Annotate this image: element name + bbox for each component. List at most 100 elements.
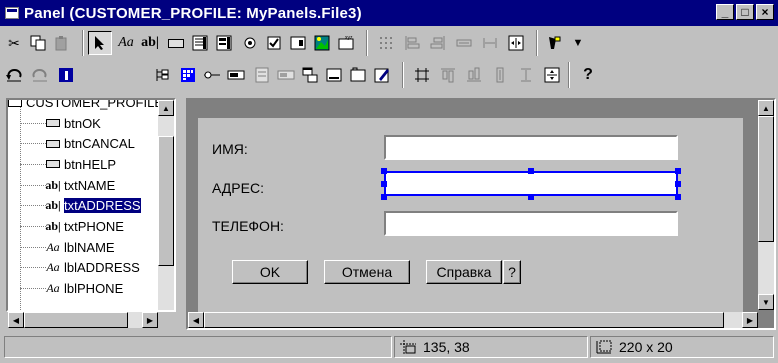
tree-item-txtname[interactable]: ab| txtNAME	[8, 175, 158, 195]
text-label-tool-icon[interactable]: Aa	[114, 31, 138, 55]
entry-field-tool-icon[interactable]: ab|	[138, 31, 162, 55]
radio-button-tool-icon[interactable]	[238, 31, 262, 55]
center-vertical-icon[interactable]	[540, 63, 564, 87]
align-right-icon[interactable]	[426, 31, 450, 55]
panel-icon	[8, 100, 22, 107]
scroll-down-arrow-icon[interactable]: ▼	[758, 294, 774, 310]
resize-handle[interactable]	[381, 194, 387, 200]
check-box-tool-icon[interactable]	[262, 31, 286, 55]
resize-handle[interactable]	[675, 181, 681, 187]
scroll-right-arrow-icon[interactable]: ▶	[742, 312, 758, 328]
scroll-left-arrow-icon[interactable]: ◀	[8, 312, 24, 328]
help-icon[interactable]: ?	[576, 63, 600, 87]
size-value: 220 x 20	[619, 339, 673, 355]
name-field[interactable]	[384, 135, 678, 160]
image-tool-icon[interactable]	[310, 31, 334, 55]
scroll-thumb[interactable]	[24, 312, 128, 328]
combo-box-tool-icon[interactable]	[212, 31, 236, 55]
slider-tool-icon[interactable]	[200, 63, 224, 87]
tree-item-lbladdress[interactable]: Aa lblADDRESS	[8, 258, 158, 278]
maximize-button[interactable]: □	[736, 4, 754, 20]
test-mode-icon[interactable]	[54, 63, 78, 87]
align-bottom-icon[interactable]	[462, 63, 486, 87]
pointer-tool-icon[interactable]	[88, 31, 112, 55]
object-tree[interactable]: CUSTOMER_PROFILE btnOK btnCANCAL btnHELP ab…	[6, 98, 176, 312]
group-box-tool-icon[interactable]	[286, 31, 310, 55]
tree-item-label: btnHELP	[64, 156, 117, 172]
size-to-grid-icon[interactable]	[410, 63, 434, 87]
tree-item-txtphone[interactable]: ab| txtPHONE	[8, 217, 158, 237]
scroll-up-arrow-icon[interactable]: ▲	[158, 100, 174, 116]
progress-tool-icon[interactable]	[274, 63, 298, 87]
resize-handle[interactable]	[528, 194, 534, 200]
paste-icon[interactable]	[50, 31, 74, 55]
formatted-entry-tool-icon[interactable]: xyz	[334, 31, 358, 55]
tree-connector	[20, 163, 46, 165]
align-left-icon[interactable]	[400, 31, 424, 55]
push-button-tool-icon[interactable]	[164, 31, 188, 55]
scroll-right-arrow-icon[interactable]: ▶	[142, 312, 158, 328]
cancel-button[interactable]: Отмена	[324, 260, 410, 284]
resize-handle[interactable]	[675, 168, 681, 174]
scroll-up-arrow-icon[interactable]: ▲	[758, 100, 774, 116]
canvas-horizontal-scrollbar[interactable]: ◀ ▶	[188, 312, 758, 328]
undo-icon[interactable]	[2, 63, 26, 87]
panel-form[interactable]: ИМЯ: АДРЕС: ТЕЛЕФОН: OK Отмена Справка ?	[198, 118, 743, 312]
toolbar-separator	[536, 30, 538, 56]
minimize-button[interactable]: _	[716, 4, 734, 20]
close-button[interactable]: ×	[756, 4, 774, 20]
phone-field[interactable]	[384, 211, 678, 236]
space-horizontal-icon[interactable]	[478, 31, 502, 55]
list-box-tool-icon[interactable]	[188, 31, 212, 55]
status-bar-tool-icon[interactable]	[322, 63, 346, 87]
address-label[interactable]: АДРЕС:	[212, 180, 264, 196]
tree-item-btncancal[interactable]: btnCANCAL	[8, 134, 158, 154]
scroll-thumb[interactable]	[758, 116, 774, 242]
menu-tool-icon[interactable]	[250, 63, 274, 87]
name-label[interactable]: ИМЯ:	[212, 141, 248, 157]
resize-handle[interactable]	[381, 181, 387, 187]
cut-icon[interactable]: ✂	[2, 31, 26, 55]
canvas-vertical-scrollbar[interactable]: ▲ ▼	[758, 100, 774, 310]
dropdown-arrow-icon[interactable]: ▼	[566, 31, 590, 55]
question-button[interactable]: ?	[503, 260, 521, 284]
title-bar[interactable]: Panel (CUSTOMER_PROFILE: MyPanels.File3)…	[0, 0, 778, 26]
resize-handle[interactable]	[528, 168, 534, 174]
center-horizontal-icon[interactable]	[504, 31, 528, 55]
tree-vertical-scrollbar[interactable]: ▲	[158, 100, 174, 310]
tree-view-tool-icon[interactable]	[150, 63, 174, 87]
phone-label[interactable]: ТЕЛЕФОН:	[212, 218, 284, 234]
tree-item-btnhelp[interactable]: btnHELP	[8, 154, 158, 174]
edit-properties-icon[interactable]	[370, 63, 394, 87]
frame-tool-icon[interactable]	[346, 63, 370, 87]
tree-item-txtaddress[interactable]: ab| txtADDRESS	[8, 196, 158, 216]
app-icon	[5, 7, 19, 19]
grid-icon[interactable]	[374, 31, 398, 55]
spin-button-tool-icon[interactable]	[224, 63, 248, 87]
design-canvas[interactable]: ИМЯ: АДРЕС: ТЕЛЕФОН: OK Отмена Справка ?	[186, 98, 776, 330]
toolbar-separator	[402, 62, 404, 88]
layout-tool-icon[interactable]	[298, 63, 322, 87]
resize-handle[interactable]	[381, 168, 387, 174]
space-vertical-icon[interactable]	[514, 63, 538, 87]
same-height-icon[interactable]	[488, 63, 512, 87]
copy-icon[interactable]	[26, 31, 50, 55]
container-tool-icon[interactable]	[176, 63, 200, 87]
tree-item-btnok[interactable]: btnOK	[8, 113, 158, 133]
position-icon	[399, 339, 417, 355]
align-top-icon[interactable]	[436, 63, 460, 87]
same-width-icon[interactable]	[452, 31, 476, 55]
tree-horizontal-scrollbar[interactable]: ◀ ▶	[8, 312, 158, 328]
tree-item-lblphone[interactable]: Aa lblPHONE	[8, 279, 158, 299]
help-button[interactable]: Справка	[426, 260, 502, 284]
address-field[interactable]	[384, 171, 678, 196]
tree-root[interactable]: CUSTOMER_PROFILE	[8, 100, 163, 112]
scroll-thumb[interactable]	[158, 136, 174, 266]
tree-item-lblname[interactable]: Aa lblNAME	[8, 237, 158, 257]
scroll-left-arrow-icon[interactable]: ◀	[188, 312, 204, 328]
tab-order-icon[interactable]	[542, 31, 566, 55]
ok-button[interactable]: OK	[232, 260, 308, 284]
scroll-thumb[interactable]	[204, 312, 724, 328]
resize-handle[interactable]	[675, 194, 681, 200]
redo-icon[interactable]	[28, 63, 52, 87]
